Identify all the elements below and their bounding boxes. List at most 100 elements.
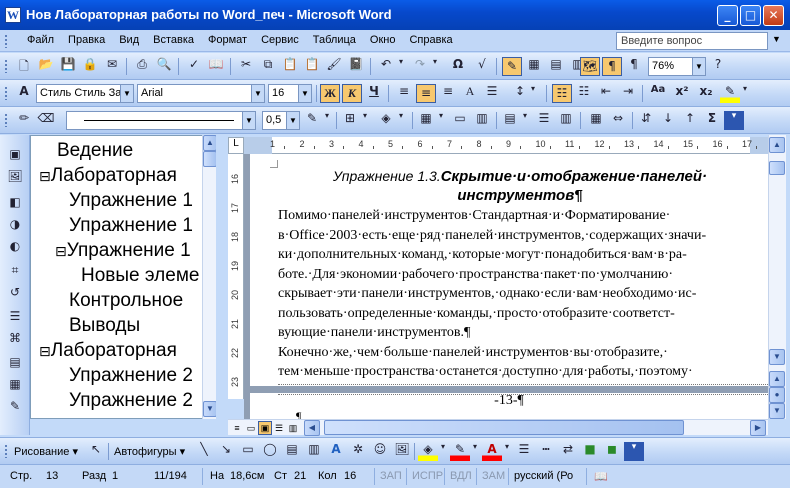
next-page[interactable]: -13-¶ ¶ [250, 393, 768, 419]
draw-table-icon[interactable]: ✏ [14, 111, 34, 130]
eraser-icon[interactable]: ⌫ [36, 111, 56, 130]
line-icon[interactable]: ╲ [194, 442, 214, 461]
document-scrollbar[interactable]: ▲ ▼ ▲ ● ▼ [768, 135, 786, 419]
menu-item[interactable]: Правка [61, 34, 112, 46]
contrast-icon[interactable]: ◧ [6, 193, 24, 211]
style-select[interactable]: Стиль Стиль За ▼ [36, 84, 134, 103]
font-color-dropdown-icon[interactable]: ▾ [502, 442, 512, 461]
new-document-icon[interactable]: 🗋 [14, 57, 34, 76]
oval-icon[interactable]: ◯ [260, 442, 280, 461]
diagram-icon[interactable]: ✲ [348, 442, 368, 461]
document-map-item[interactable]: Новые элеме [81, 265, 199, 287]
text-wrap-icon[interactable]: ▤ [6, 353, 24, 371]
line-style-select[interactable]: ▼ [66, 111, 256, 130]
chevron-down-icon[interactable]: ▼ [251, 85, 264, 102]
picture-icon[interactable]: ▣ [6, 145, 24, 163]
menu-item[interactable]: Сервис [254, 34, 306, 46]
dash-style-icon[interactable]: ┅ [536, 442, 556, 461]
document-map-item[interactable]: Упражнение 2 [69, 390, 193, 412]
line-style-icon[interactable]: ☰ [514, 442, 534, 461]
print-icon[interactable]: ⎙ [132, 57, 152, 76]
decrease-indent-icon[interactable]: ⇤ [596, 84, 616, 103]
chevron-down-icon[interactable]: ▼ [692, 58, 705, 75]
format-painter-icon[interactable]: 🖌 [324, 57, 344, 76]
arrow-style-icon[interactable]: ⇄ [558, 442, 578, 461]
crop-icon[interactable]: ⌗ [6, 261, 24, 279]
border-color-icon[interactable]: ✎ [302, 111, 322, 130]
insert-table-dropdown-icon[interactable]: ▾ [436, 111, 446, 130]
wordart-icon[interactable]: A [326, 442, 346, 461]
permission-icon[interactable]: 🔒 [80, 57, 100, 76]
show-formatting-icon[interactable]: ¶ [602, 57, 622, 76]
insert-table-icon[interactable]: ▦ [524, 57, 544, 76]
chevron-down-icon[interactable]: ▼ [242, 112, 255, 129]
line-spacing-icon[interactable]: ↕ [510, 84, 530, 103]
chevron-down-icon[interactable]: ▼ [286, 112, 299, 129]
next-page-icon[interactable]: ▼ [769, 403, 785, 419]
reading-view-icon[interactable]: ▥ [286, 421, 300, 435]
distribute-rows-icon[interactable]: ☰ [534, 111, 554, 130]
bullets-icon[interactable]: ☷ [574, 84, 594, 103]
distribute-columns-icon[interactable]: ▥ [556, 111, 576, 130]
clip-art-icon[interactable]: ☺ [370, 442, 390, 461]
toolbar-grip[interactable] [4, 444, 8, 458]
scroll-thumb[interactable] [203, 151, 217, 167]
distributed-icon[interactable]: A [460, 84, 480, 103]
document-map-item[interactable]: ⊟Упражнение 1 [55, 240, 191, 262]
compress-icon[interactable]: ⌘ [6, 329, 24, 347]
outline-view-icon[interactable]: ☰ [272, 421, 286, 435]
menu-item[interactable]: Вставка [146, 34, 201, 46]
copy-icon[interactable]: ⧉ [258, 57, 278, 76]
text-direction-icon[interactable]: ⇵ [636, 111, 656, 130]
word-app-icon[interactable]: W [5, 7, 21, 23]
scroll-down-icon[interactable]: ▼ [203, 401, 217, 417]
superscript-button[interactable]: x² [672, 84, 692, 103]
document-page[interactable]: Упражнение 1.3.Скрытие·и·отображение·пан… [250, 154, 768, 419]
toolbar-grip[interactable] [4, 86, 8, 100]
save-icon[interactable]: 💾 [58, 57, 78, 76]
font-select[interactable]: Arial ▼ [137, 84, 265, 103]
document-map-item[interactable]: Контрольное [69, 290, 183, 312]
print-preview-icon[interactable]: 🔍 [154, 57, 174, 76]
shadow-style-icon[interactable]: ■ [580, 442, 600, 461]
horizontal-ruler[interactable]: 1 2 3 4 5 6 7 8 9 10 11 12 13 14 15 16 17 [244, 137, 768, 154]
close-button[interactable]: ✕ [763, 5, 784, 26]
line-weight-select[interactable]: 0,5 ▼ [262, 111, 300, 130]
web-view-icon[interactable]: ▭ [244, 421, 258, 435]
drawing-toggle-icon[interactable]: ✎ [502, 57, 522, 76]
drawing-menu-button[interactable]: Рисование ▾ [14, 445, 78, 458]
toolbar-options-icon[interactable]: ▾ [724, 111, 744, 130]
toolbar-grip[interactable] [4, 59, 8, 73]
print-layout-view-icon[interactable]: ▣ [258, 421, 272, 435]
numbering-icon[interactable]: ☷ [552, 84, 572, 103]
research-icon[interactable]: 📖 [206, 57, 226, 76]
align-left-icon[interactable]: ≡ [394, 84, 414, 103]
autofit-icon[interactable]: ⇔ [608, 111, 628, 130]
justify-icon[interactable]: ☰ [482, 84, 502, 103]
arrow-icon[interactable]: ↘ [216, 442, 236, 461]
document-map-item[interactable]: ⊟Лабораторная [39, 165, 177, 187]
align-cell-dropdown-icon[interactable]: ▾ [520, 111, 530, 130]
status-language[interactable]: русский (Ро [514, 470, 573, 482]
sort-descending-icon[interactable]: ↑ [680, 111, 700, 130]
hscroll-thumb[interactable] [324, 420, 684, 435]
collapse-icon[interactable]: ⊟ [39, 169, 51, 185]
border-color-dropdown-icon[interactable]: ▾ [322, 111, 332, 130]
vertical-ruler[interactable]: 16 17 18 19 20 21 22 23 [228, 154, 244, 399]
redo-dropdown-icon[interactable]: ▾ [430, 57, 440, 76]
equation-icon[interactable]: √ [472, 57, 492, 76]
image-icon[interactable]: 🖼 [6, 167, 24, 185]
line-color-icon[interactable]: ✎ [450, 442, 470, 461]
borders-dropdown-icon[interactable]: ▾ [360, 111, 370, 130]
menu-grip[interactable] [4, 34, 8, 48]
toolbar-options-icon[interactable]: ▾ [624, 442, 644, 461]
vertical-text-box-icon[interactable]: ▥ [304, 442, 324, 461]
status-record[interactable]: ЗАП [380, 470, 402, 482]
undo-icon[interactable]: ↶ [376, 57, 396, 76]
scroll-down-icon[interactable]: ▼ [769, 349, 785, 365]
align-center-icon[interactable]: ≡ [416, 84, 436, 103]
menu-item[interactable]: Вид [112, 34, 146, 46]
highlight-icon[interactable]: ✎ [720, 84, 740, 103]
cut-icon[interactable]: ✂ [236, 57, 256, 76]
undo-dropdown-icon[interactable]: ▾ [396, 57, 406, 76]
